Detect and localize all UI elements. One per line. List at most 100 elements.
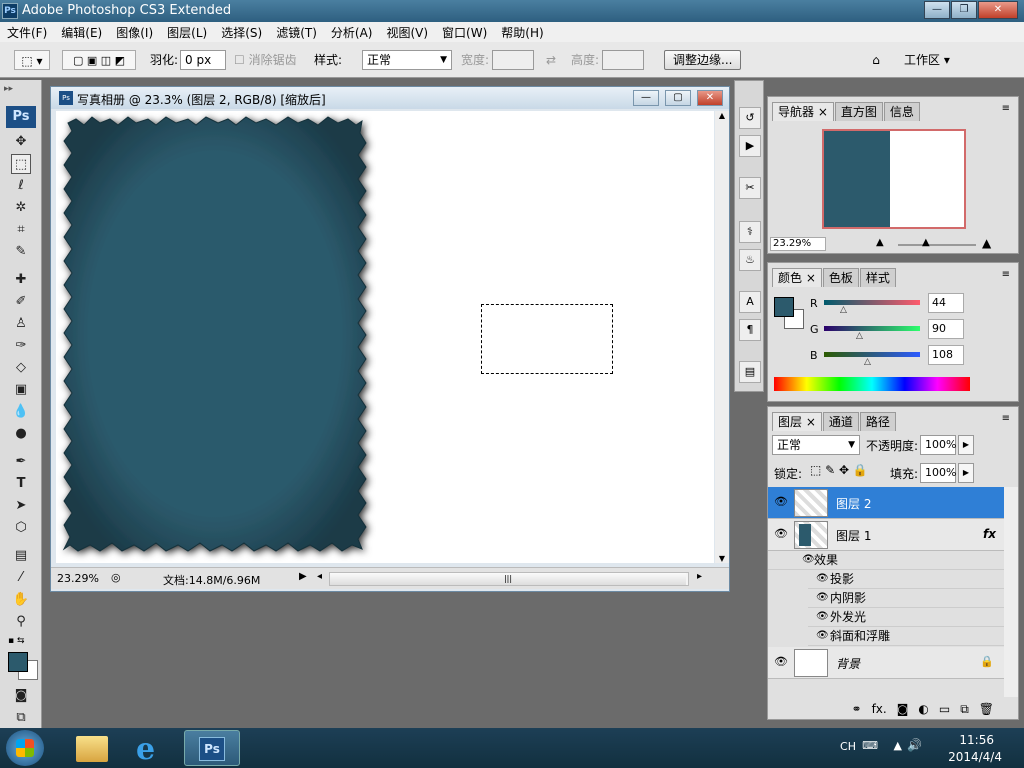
marquee-tool-icon[interactable]: ⬚: [11, 154, 31, 174]
actions-panel-icon[interactable]: ▶: [739, 135, 761, 157]
style-select[interactable]: 正常 ▼: [362, 50, 452, 70]
toolbox-collapse-icon[interactable]: ▸▸: [4, 84, 13, 94]
marquee-selection[interactable]: [481, 304, 613, 374]
doc-minimize-button[interactable]: —: [633, 90, 659, 106]
delete-layer-icon[interactable]: 🗑: [979, 699, 994, 719]
lock-icons[interactable]: ⬚ ✎ ✥ 🔒: [810, 463, 868, 477]
tab-paths[interactable]: 路径: [859, 412, 896, 431]
scroll-up-icon[interactable]: ▲: [715, 111, 729, 120]
new-group-icon[interactable]: ▭: [939, 699, 950, 719]
eye-icon[interactable]: 👁: [802, 551, 815, 569]
menu-file[interactable]: 文件(F): [0, 24, 54, 41]
blue-slider[interactable]: [824, 352, 920, 357]
red-slider-thumb[interactable]: △: [840, 305, 847, 315]
status-preview-icon[interactable]: ◎: [111, 571, 121, 584]
workspace-button[interactable]: 工作区 ▾: [904, 50, 950, 70]
layer-row-2[interactable]: 👁 图层 2: [768, 487, 1004, 519]
notes-tool-icon[interactable]: ▤: [11, 546, 31, 566]
ime-icon[interactable]: ⌨: [862, 739, 878, 752]
brushes-panel-icon[interactable]: ⚕: [739, 221, 761, 243]
shape-tool-icon[interactable]: ⬡: [11, 518, 31, 538]
fx-icon[interactable]: fx: [983, 527, 996, 541]
history-brush-icon[interactable]: ✑: [11, 336, 31, 356]
green-slider[interactable]: [824, 326, 920, 331]
eye-icon[interactable]: 👁: [816, 570, 829, 588]
gradient-tool-icon[interactable]: ▣: [11, 380, 31, 400]
refine-edge-button[interactable]: 调整边缘...: [664, 50, 742, 70]
eraser-tool-icon[interactable]: ◇: [11, 358, 31, 378]
ps-toolbox-logo[interactable]: Ps: [6, 106, 36, 128]
fill-input[interactable]: 100%: [920, 463, 956, 483]
layer-comps-icon[interactable]: ▤: [739, 361, 761, 383]
taskbar-ie[interactable]: e: [124, 730, 180, 767]
eye-icon[interactable]: 👁: [774, 495, 788, 508]
zoom-tool-icon[interactable]: ⚲: [11, 612, 31, 632]
layer-row-background[interactable]: 👁 背景 🔒: [768, 647, 1004, 679]
scroll-left-icon[interactable]: ◂: [317, 571, 322, 582]
tab-swatches[interactable]: 色板: [822, 268, 859, 287]
horizontal-scrollbar[interactable]: |||: [329, 572, 689, 586]
color-spectrum-bar[interactable]: [774, 377, 970, 391]
effect-outer-glow[interactable]: 👁 外发光: [808, 608, 1004, 627]
eye-icon[interactable]: 👁: [816, 608, 829, 626]
green-value-input[interactable]: 90: [928, 319, 964, 339]
brush-tool-icon[interactable]: ✐: [11, 292, 31, 312]
clock-time[interactable]: 11:56: [959, 733, 994, 747]
opacity-input[interactable]: 100%: [920, 435, 956, 455]
layer-row-1[interactable]: 👁 图层 1 fx: [768, 519, 1004, 551]
eyedropper-tool-icon[interactable]: ⁄: [11, 568, 31, 588]
tab-histogram[interactable]: 直方图: [834, 102, 883, 121]
green-slider-thumb[interactable]: △: [856, 331, 863, 341]
character-panel-icon[interactable]: A: [739, 291, 761, 313]
canvas[interactable]: [56, 111, 714, 563]
scroll-right-icon[interactable]: ▸: [697, 571, 702, 582]
document-title-bar[interactable]: Ps 写真相册 @ 23.3% (图层 2, RGB/8) [缩放后] — ▢ …: [51, 87, 729, 109]
pen-tool-icon[interactable]: ✒: [11, 452, 31, 472]
minimize-button[interactable]: —: [924, 1, 950, 19]
type-tool-icon[interactable]: T: [11, 474, 31, 494]
close-icon[interactable]: ×: [806, 271, 816, 285]
panel-menu-icon[interactable]: ≡: [1002, 269, 1010, 280]
menu-filter[interactable]: 滤镜(T): [269, 24, 324, 41]
quick-mask-icon[interactable]: ◙: [11, 686, 31, 706]
vertical-scrollbar[interactable]: ▲ ▼: [715, 111, 729, 563]
clock-date[interactable]: 2014/4/4: [948, 750, 1002, 764]
navigator-zoom-input[interactable]: 23.29%: [770, 237, 826, 251]
panel-menu-icon[interactable]: ≡: [1002, 103, 1010, 114]
eye-icon[interactable]: 👁: [774, 527, 788, 540]
opacity-arrow-icon[interactable]: ▶: [958, 435, 974, 455]
red-slider[interactable]: [824, 300, 920, 305]
feather-input[interactable]: 0 px: [180, 50, 226, 70]
zoom-slider-thumb[interactable]: ▲: [922, 237, 930, 248]
tab-info[interactable]: 信息: [883, 102, 920, 121]
tool-presets-icon[interactable]: ✂: [739, 177, 761, 199]
zoom-slider[interactable]: [898, 244, 976, 246]
zoom-out-icon[interactable]: ▲: [876, 237, 884, 248]
fill-arrow-icon[interactable]: ▶: [958, 463, 974, 483]
speaker-icon[interactable]: 🔊: [907, 738, 922, 752]
default-colors-icon[interactable]: ▪ ⇆: [8, 636, 25, 646]
antialias-checkbox[interactable]: ☐ 消除锯齿: [234, 50, 297, 70]
foreground-color-swatch[interactable]: [8, 652, 28, 672]
clone-source-icon[interactable]: ♨: [739, 249, 761, 271]
zoom-in-icon[interactable]: ▲: [982, 236, 991, 250]
paragraph-panel-icon[interactable]: ¶: [739, 319, 761, 341]
tab-styles[interactable]: 样式: [859, 268, 896, 287]
tab-color[interactable]: 颜色 ×: [772, 268, 822, 287]
close-icon[interactable]: ×: [806, 415, 816, 429]
menu-window[interactable]: 窗口(W): [435, 24, 494, 41]
tab-channels[interactable]: 通道: [822, 412, 859, 431]
history-panel-icon[interactable]: ↺: [739, 107, 761, 129]
selection-mode-icons[interactable]: ▢ ▣ ◫ ◩: [62, 50, 136, 70]
navigator-thumbnail[interactable]: [822, 129, 966, 229]
menu-select[interactable]: 选择(S): [214, 24, 269, 41]
scroll-down-icon[interactable]: ▼: [715, 554, 729, 563]
link-layers-icon[interactable]: ⚭: [852, 699, 862, 719]
menu-layer[interactable]: 图层(L): [160, 24, 214, 41]
menu-image[interactable]: 图像(I): [109, 24, 160, 41]
screen-mode-icon[interactable]: ⧉: [11, 708, 31, 728]
blend-mode-select[interactable]: 正常 ▼: [772, 435, 860, 455]
menu-help[interactable]: 帮助(H): [494, 24, 550, 41]
layers-scrollbar[interactable]: [1004, 487, 1018, 697]
eye-icon[interactable]: 👁: [816, 589, 829, 607]
